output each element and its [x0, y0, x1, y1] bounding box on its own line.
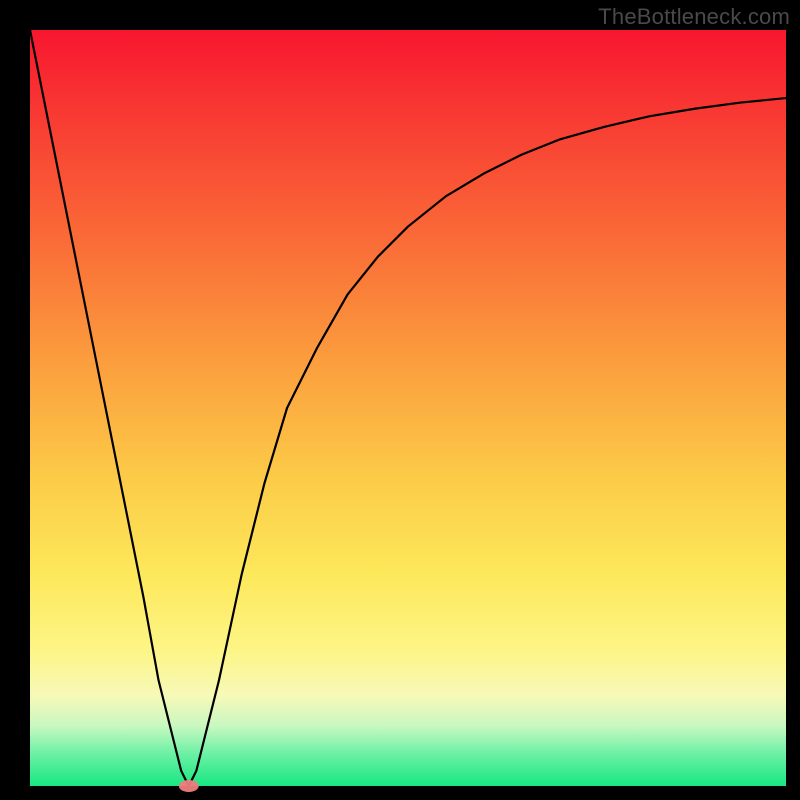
attribution-label: TheBottleneck.com	[598, 4, 790, 30]
chart-frame: TheBottleneck.com	[0, 0, 800, 800]
plot-area	[30, 30, 786, 786]
optimal-point-marker	[179, 780, 199, 792]
bottleneck-curve	[30, 30, 786, 786]
